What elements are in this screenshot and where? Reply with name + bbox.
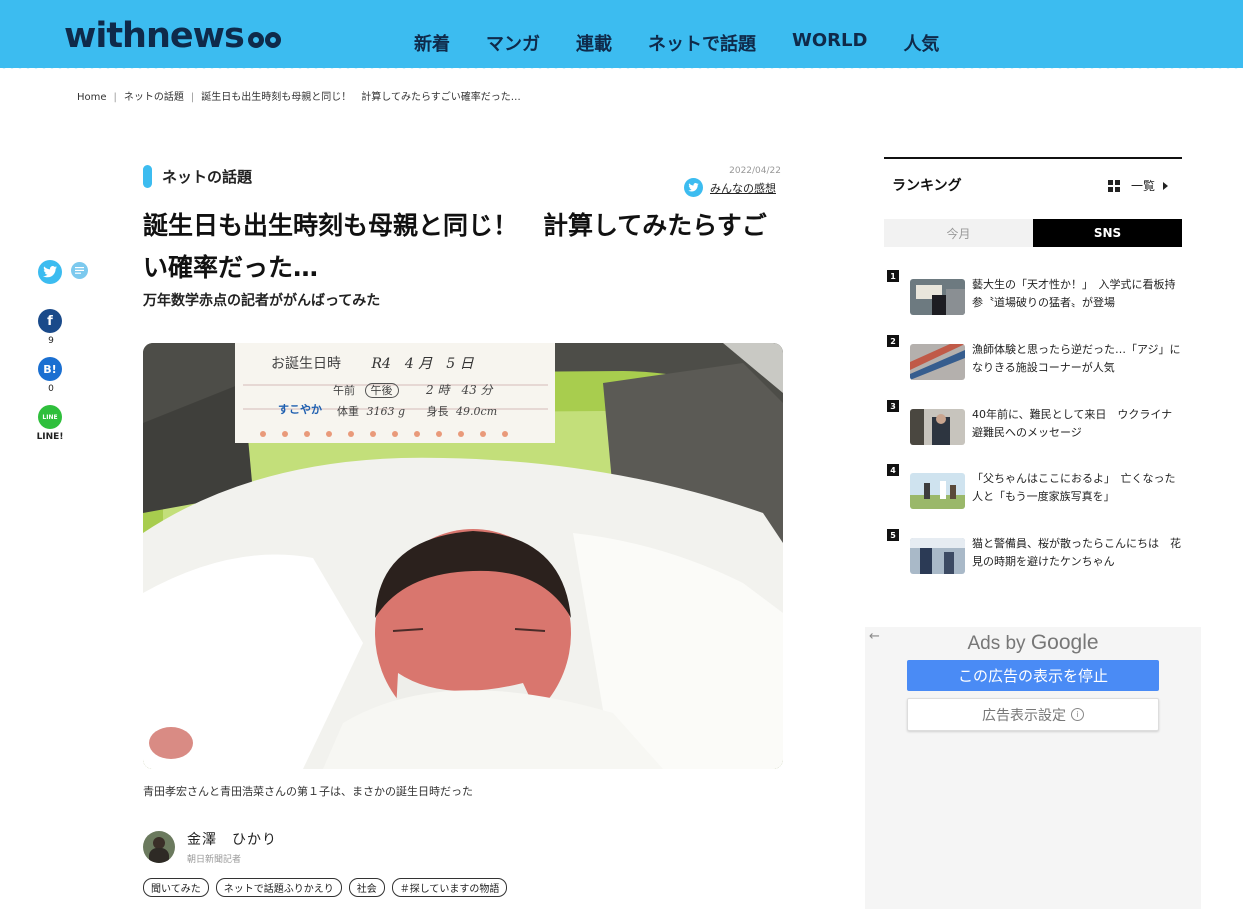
ranking-item[interactable]: 5 猫と警備員、桜が散ったらこんにちは 花見の時期を避けたケンちゃん xyxy=(884,529,1182,579)
tag-item[interactable]: ネットで話題ふりかえり xyxy=(215,878,342,897)
tag-item[interactable]: 社会 xyxy=(348,878,385,897)
photo-caption: 青田孝宏さんと青田浩菜さんの第１子は、まさかの誕生日時だった xyxy=(143,785,473,798)
article-title: 誕生日も出生時刻も母親と同じ！ 計算してみたらすごい確率だった… xyxy=(143,211,767,282)
ads-by-label: Ads by xyxy=(967,633,1026,654)
twitter-share[interactable] xyxy=(38,260,64,284)
logo-text: withnews xyxy=(64,16,245,56)
comment-share[interactable] xyxy=(71,262,97,279)
site-logo[interactable]: withnews xyxy=(64,16,282,56)
site-header: withnews 新着 マンガ 連載 ネットで話題 WORLD 人気 xyxy=(0,0,1243,68)
nav-item-popular[interactable]: 人気 xyxy=(903,30,939,56)
breadcrumb-current: 誕生日も出生時刻も母親と同じ！ 計算してみたらすごい確率だった… xyxy=(201,92,521,103)
tag-item[interactable]: 聞いてみた xyxy=(143,878,209,897)
google-label: Google xyxy=(1030,631,1099,654)
rank-number: 2 xyxy=(887,335,899,347)
author-org: 朝日新聞記者 xyxy=(187,855,242,865)
tag-item[interactable]: ＃探していますの物語 xyxy=(391,878,508,897)
ad-settings-label: 広告表示設定 xyxy=(982,707,1066,724)
impressions-link[interactable]: みんなの感想 xyxy=(684,178,776,197)
ranking-item[interactable]: 2 漁師体験と思ったら逆だった…「アジ」になりきる施設コーナーが人気 xyxy=(884,335,1182,385)
ranking-header: ランキング 一覧 xyxy=(884,157,1182,217)
line-icon: LINE xyxy=(38,405,62,429)
ranking-item[interactable]: 3 40年前に、難民として来日 ウクライナ避難民へのメッセージ xyxy=(884,400,1182,450)
rank-thumbnail xyxy=(910,473,965,509)
facebook-share[interactable]: f 9 xyxy=(38,309,64,346)
card-weight-label: 体重 xyxy=(337,405,359,418)
card-weight-value: 3163 g xyxy=(366,405,406,418)
ad-settings-button[interactable]: 広告表示設定 i xyxy=(907,698,1159,731)
facebook-count: 9 xyxy=(48,336,54,346)
card-brand: すこやか xyxy=(278,403,322,416)
grid-icon xyxy=(1107,179,1120,192)
article-date: 2022/04/22 xyxy=(729,166,781,176)
info-icon: i xyxy=(1071,708,1084,721)
tag-list: 聞いてみた ネットで話題ふりかえり 社会 ＃探していますの物語 xyxy=(143,878,514,897)
nav-item-net-topics[interactable]: ネットで話題 xyxy=(648,30,756,56)
tab-sns[interactable]: SNS xyxy=(1033,219,1182,247)
rank-title: 「父ちゃんはここにおるよ」 亡くなった人と「もう一度家族写真を」 xyxy=(972,472,1176,503)
ranking-tabs: 今月 SNS xyxy=(884,219,1182,247)
header-wave-divider xyxy=(0,64,1243,72)
card-height-value: 49.0cm xyxy=(456,405,498,418)
facebook-icon: f xyxy=(38,309,62,333)
category-label: ネットの話題 xyxy=(162,167,253,186)
ads-by-google: Ads by Google xyxy=(865,631,1201,655)
rank-thumbnail xyxy=(910,344,965,380)
nav-item-manga[interactable]: マンガ xyxy=(486,30,540,56)
rank-thumbnail xyxy=(910,279,965,315)
nav-item-series[interactable]: 連載 xyxy=(576,30,612,56)
author-block[interactable]: 金澤 ひかり 朝日新聞記者 xyxy=(143,829,277,865)
card-time-value: 2 時 43 分 xyxy=(426,383,493,397)
article-category[interactable]: ネットの話題 xyxy=(143,164,252,188)
card-birthday-label: お誕生日時 xyxy=(271,356,341,372)
breadcrumb-category[interactable]: ネットの話題 xyxy=(124,92,184,103)
ranking-item[interactable]: 1 藝大生の「天才性か！」 入学式に看板持参〝道場破りの猛者〟が登場 xyxy=(884,270,1182,320)
twitter-bird-icon xyxy=(684,178,703,197)
comment-icon xyxy=(71,262,88,279)
hatena-bookmark-icon: B! xyxy=(38,357,62,381)
twitter-icon xyxy=(38,260,62,284)
rank-title: 40年前に、難民として来日 ウクライナ避難民へのメッセージ xyxy=(972,408,1173,439)
rank-number: 1 xyxy=(887,270,899,282)
card-am-label: 午前 xyxy=(333,384,355,397)
tab-monthly[interactable]: 今月 xyxy=(884,219,1033,247)
ranking-item[interactable]: 4 「父ちゃんはここにおるよ」 亡くなった人と「もう一度家族写真を」 xyxy=(884,464,1182,514)
breadcrumb-home[interactable]: Home xyxy=(77,92,107,103)
ranking-panel: ランキング 一覧 今月 SNS 1 藝大生の「天才性か！」 入学式に看板持参〝道… xyxy=(884,157,1182,574)
nav-item-new[interactable]: 新着 xyxy=(414,30,450,56)
rank-number: 5 xyxy=(887,529,899,541)
article-subtitle: 万年数学赤点の記者ががんばってみた xyxy=(143,293,381,309)
rank-title: 藝大生の「天才性か！」 入学式に看板持参〝道場破りの猛者〟が登場 xyxy=(972,278,1176,309)
logo-eyes-icon xyxy=(247,28,282,48)
rank-thumbnail xyxy=(910,538,965,574)
author-avatar xyxy=(143,831,175,863)
line-label: LINE! xyxy=(36,432,64,442)
nav-item-world[interactable]: WORLD xyxy=(792,30,867,56)
card-pm-label: 午後 xyxy=(364,383,399,398)
hatena-share[interactable]: B! 0 xyxy=(38,357,64,394)
breadcrumb: Home | ネットの話題 | 誕生日も出生時刻も母親と同じ！ 計算してみたらすごい確率… xyxy=(77,92,521,103)
rank-number: 3 xyxy=(887,400,899,412)
article-main-photo: お誕生日時 R4 4 月 5 日 午前 午後 2 時 43 分 すこやか 体重 … xyxy=(143,343,783,769)
ranking-list-label: 一覧 xyxy=(1130,179,1155,193)
arrow-right-icon xyxy=(1163,181,1168,190)
ad-panel: ← Ads by Google この広告の表示を停止 広告表示設定 i xyxy=(865,627,1201,909)
ranking-title: ランキング xyxy=(892,178,962,194)
rank-title: 漁師体験と思ったら逆だった…「アジ」になりきる施設コーナーが人気 xyxy=(972,343,1181,374)
rank-thumbnail xyxy=(910,409,965,445)
category-marker xyxy=(143,164,152,188)
line-share[interactable]: LINE LINE! xyxy=(36,405,64,442)
rank-number: 4 xyxy=(887,464,899,476)
impressions-label: みんなの感想 xyxy=(710,181,776,195)
author-name: 金澤 ひかり xyxy=(187,832,277,848)
rank-title: 猫と警備員、桜が散ったらこんにちは 花見の時期を避けたケンちゃん xyxy=(972,537,1181,568)
stop-ad-button[interactable]: この広告の表示を停止 xyxy=(907,660,1159,691)
main-nav: 新着 マンガ 連載 ネットで話題 WORLD 人気 xyxy=(396,30,957,56)
card-birthday-value: R4 4 月 5 日 xyxy=(371,356,474,372)
card-height-label: 身長 xyxy=(426,405,449,418)
hatena-count: 0 xyxy=(48,384,54,394)
ranking-list-link[interactable]: 一覧 xyxy=(1107,177,1168,194)
